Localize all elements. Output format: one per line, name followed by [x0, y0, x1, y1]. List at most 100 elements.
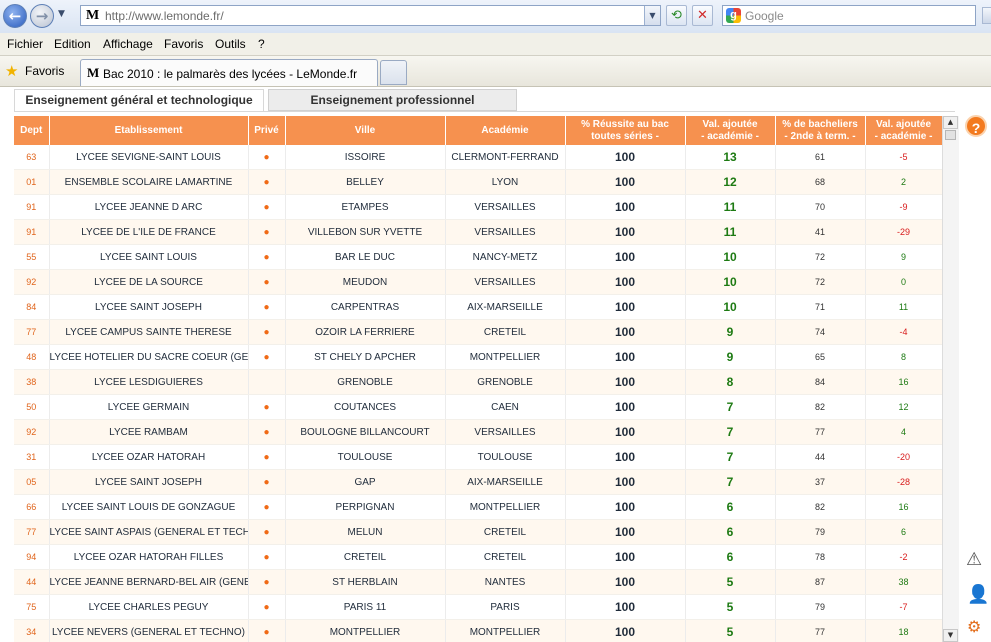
- cell-etablissement[interactable]: LYCEE CHARLES PEGUY: [49, 594, 249, 620]
- column-header-ville[interactable]: Ville: [285, 116, 446, 145]
- user-icon[interactable]: 👤: [967, 584, 989, 605]
- table-row[interactable]: 91 LYCEE DE L'ILE DE FRANCE ● VILLEBON SUR …: [14, 219, 942, 245]
- table-row[interactable]: 55 LYCEE SAINT LOUIS ● BAR LE DUC NANCY-METZ…: [14, 244, 942, 270]
- cell-etablissement[interactable]: LYCEE OZAR HATORAH: [49, 444, 249, 470]
- cell-etablissement[interactable]: LYCEE GERMAIN: [49, 394, 249, 420]
- table-row[interactable]: 48 LYCEE HOTELIER DU SACRE COEUR (GEN ● ST …: [14, 344, 942, 370]
- tools-icon[interactable]: ⚙: [967, 617, 981, 636]
- cell-ville: ISSOIRE: [285, 145, 446, 170]
- table-row[interactable]: 91 LYCEE JEANNE D ARC ● ETAMPES VERSAILLES 10…: [14, 194, 942, 220]
- menu-fichier[interactable]: Fichier: [7, 37, 43, 51]
- scroll-thumb[interactable]: [945, 130, 956, 140]
- cell-va-reussite: 5: [685, 569, 776, 595]
- refresh-button[interactable]: ⟲: [666, 5, 687, 26]
- table-row[interactable]: 92 LYCEE DE LA SOURCE ● MEUDON VERSAILLES 100…: [14, 269, 942, 295]
- cell-etablissement[interactable]: LYCEE SAINT JOSEPH: [49, 294, 249, 320]
- table-row[interactable]: 77 LYCEE SAINT ASPAIS (GENERAL ET TECHN ● M…: [14, 519, 942, 545]
- cell-etablissement[interactable]: LYCEE RAMBAM: [49, 419, 249, 445]
- cell-etablissement[interactable]: LYCEE OZAR HATORAH FILLES: [49, 544, 249, 570]
- cell-etablissement[interactable]: LYCEE SAINT LOUIS: [49, 244, 249, 270]
- search-button[interactable]: [982, 7, 991, 24]
- cell-academie: NANTES: [445, 569, 566, 595]
- cell-va-bacheliers: -29: [865, 219, 942, 245]
- table-row[interactable]: 34 LYCEE NEVERS (GENERAL ET TECHNO) ● MONTP…: [14, 619, 942, 642]
- menu-favoris[interactable]: Favoris: [164, 37, 203, 51]
- table-row[interactable]: 75 LYCEE CHARLES PEGUY ● PARIS 11 PARIS 100 5 7…: [14, 594, 942, 620]
- column-header-etablissement[interactable]: Etablissement: [49, 116, 249, 145]
- column-header-academie[interactable]: Académie: [445, 116, 566, 145]
- cell-etablissement[interactable]: LYCEE HOTELIER DU SACRE COEUR (GEN: [49, 344, 249, 370]
- help-icon[interactable]: ?: [965, 115, 987, 137]
- column-header-dept[interactable]: Dept: [14, 116, 50, 145]
- cell-reussite: 100: [565, 444, 686, 470]
- column-header-reussite[interactable]: % Réussite au bac toutes séries -: [565, 116, 686, 145]
- cell-prive: ●: [248, 319, 286, 345]
- cell-reussite: 100: [565, 519, 686, 545]
- cell-academie: VERSAILLES: [445, 219, 566, 245]
- cell-etablissement[interactable]: LYCEE JEANNE BERNARD-BEL AIR (GENEF: [49, 569, 249, 595]
- column-header-label: Etablissement: [114, 124, 183, 136]
- scroll-down-arrow-icon[interactable]: ▼: [943, 629, 958, 642]
- new-tab-button[interactable]: [380, 60, 407, 85]
- column-header-va-reussite[interactable]: Val. ajoutée - académie -: [685, 116, 776, 145]
- table-scrollbar[interactable]: ▲ ▼: [942, 116, 959, 642]
- cell-etablissement[interactable]: LYCEE JEANNE D ARC: [49, 194, 249, 220]
- cell-pct-bacheliers: 77: [775, 619, 866, 642]
- warning-icon[interactable]: ⚠: [966, 549, 982, 570]
- cell-etablissement[interactable]: LYCEE SEVIGNE-SAINT LOUIS: [49, 145, 249, 170]
- cell-etablissement[interactable]: LYCEE SAINT ASPAIS (GENERAL ET TECHN: [49, 519, 249, 545]
- table-row[interactable]: 92 LYCEE RAMBAM ● BOULOGNE BILLANCOURT VERSA…: [14, 419, 942, 445]
- table-row[interactable]: 50 LYCEE GERMAIN ● COUTANCES CAEN 100 7 82 12: [14, 394, 942, 420]
- search-input[interactable]: g Google: [722, 5, 976, 26]
- table-row[interactable]: 38 LYCEE LESDIGUIERES GRENOBLE GRENOBLE 100 8…: [14, 369, 942, 395]
- cell-etablissement[interactable]: LYCEE LESDIGUIERES: [49, 369, 249, 395]
- tab-enseignement-professionnel[interactable]: Enseignement professionnel: [268, 89, 517, 111]
- cell-etablissement[interactable]: LYCEE SAINT JOSEPH: [49, 469, 249, 495]
- column-header-va-bacheliers[interactable]: Val. ajoutée - académie -: [865, 116, 942, 145]
- stop-button[interactable]: ✕: [692, 5, 713, 26]
- table-row[interactable]: 31 LYCEE OZAR HATORAH ● TOULOUSE TOULOUSE 100…: [14, 444, 942, 470]
- cell-dept: 91: [14, 219, 50, 245]
- cell-ville: OZOIR LA FERRIERE: [285, 319, 446, 345]
- scroll-up-arrow-icon[interactable]: ▲: [943, 116, 958, 129]
- cell-etablissement[interactable]: LYCEE DE LA SOURCE: [49, 269, 249, 295]
- history-dropdown-icon[interactable]: ▼: [58, 9, 65, 19]
- cell-etablissement[interactable]: LYCEE DE L'ILE DE FRANCE: [49, 219, 249, 245]
- forward-button[interactable]: →: [30, 4, 54, 28]
- favorites-star-icon[interactable]: ★: [5, 62, 18, 80]
- back-button[interactable]: ←: [3, 4, 27, 28]
- cell-etablissement[interactable]: LYCEE SAINT LOUIS DE GONZAGUE: [49, 494, 249, 520]
- table-row[interactable]: 01 ENSEMBLE SCOLAIRE LAMARTINE ● BELLEY LYON…: [14, 169, 942, 195]
- table-row[interactable]: 84 LYCEE SAINT JOSEPH ● CARPENTRAS AIX-MARSE…: [14, 294, 942, 320]
- url-field[interactable]: M http://www.lemonde.fr/ ▼: [80, 5, 661, 26]
- cell-academie: MONTPELLIER: [445, 494, 566, 520]
- cell-dept: 92: [14, 419, 50, 445]
- table-row[interactable]: 77 LYCEE CAMPUS SAINTE THERESE ● OZOIR LA F…: [14, 319, 942, 345]
- cell-prive: ●: [248, 344, 286, 370]
- tab-enseignement-general[interactable]: Enseignement général et technologique: [14, 89, 264, 111]
- column-header-label: Val. ajoutée: [702, 118, 758, 130]
- cell-ville: CRETEIL: [285, 544, 446, 570]
- browser-tab-active[interactable]: M Bac 2010 : le palmarès des lycées - Le…: [80, 59, 378, 86]
- menu-edition[interactable]: Edition: [54, 37, 91, 51]
- tab-title: Bac 2010 : le palmarès des lycées - LeMo…: [103, 67, 358, 81]
- cell-dept: 94: [14, 544, 50, 570]
- cell-etablissement[interactable]: LYCEE CAMPUS SAINTE THERESE: [49, 319, 249, 345]
- column-header-prive[interactable]: Privé: [248, 116, 286, 145]
- menu-outils[interactable]: Outils: [215, 37, 246, 51]
- cell-etablissement[interactable]: ENSEMBLE SCOLAIRE LAMARTINE: [49, 169, 249, 195]
- table-row[interactable]: 44 LYCEE JEANNE BERNARD-BEL AIR (GENEF ● ST…: [14, 569, 942, 595]
- table-row[interactable]: 66 LYCEE SAINT LOUIS DE GONZAGUE ● PERPIGNA…: [14, 494, 942, 520]
- table-row[interactable]: 05 LYCEE SAINT JOSEPH ● GAP AIX-MARSEILLE 100…: [14, 469, 942, 495]
- column-header-pct-bacheliers[interactable]: % de bacheliers - 2nde à term. -: [775, 116, 866, 145]
- favorites-button[interactable]: Favoris: [25, 64, 64, 78]
- cell-ville: ETAMPES: [285, 194, 446, 220]
- url-text[interactable]: http://www.lemonde.fr/: [105, 9, 224, 23]
- search-placeholder[interactable]: Google: [745, 9, 784, 23]
- menu-affichage[interactable]: Affichage: [103, 37, 153, 51]
- url-dropdown-icon[interactable]: ▼: [644, 6, 660, 25]
- table-row[interactable]: 63 LYCEE SEVIGNE-SAINT LOUIS ● ISSOIRE CLERM…: [14, 145, 942, 170]
- table-row[interactable]: 94 LYCEE OZAR HATORAH FILLES ● CRETEIL CRETE…: [14, 544, 942, 570]
- menu-help[interactable]: ?: [258, 37, 265, 51]
- cell-etablissement[interactable]: LYCEE NEVERS (GENERAL ET TECHNO): [49, 619, 249, 642]
